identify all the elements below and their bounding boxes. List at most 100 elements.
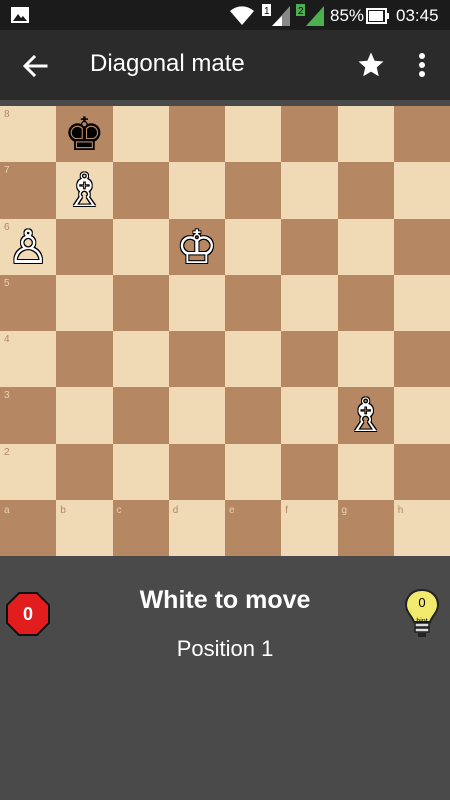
hint-count: 0 <box>418 595 426 610</box>
signal-sim1-icon: 1 <box>262 4 290 26</box>
square-f5[interactable] <box>281 274 338 331</box>
square-c4[interactable] <box>112 331 169 388</box>
square-d6[interactable]: ♔ <box>168 218 225 275</box>
square-e7[interactable] <box>225 162 282 219</box>
square-g5[interactable] <box>337 274 394 331</box>
square-c6[interactable] <box>112 218 169 275</box>
square-a4[interactable]: 4 <box>0 331 57 388</box>
black-king-icon[interactable]: ♚ <box>56 106 112 162</box>
clock: 03:45 <box>396 6 439 25</box>
square-a7[interactable]: 7 <box>0 162 57 219</box>
app-bar: Diagonal mate <box>0 30 450 100</box>
square-e8[interactable] <box>225 106 282 163</box>
square-f8[interactable] <box>281 106 338 163</box>
square-a6[interactable]: 6 ♙ <box>0 218 57 275</box>
file-label: h <box>397 504 404 516</box>
file-label: d <box>172 504 179 516</box>
square-e3[interactable] <box>225 387 282 444</box>
square-f3[interactable] <box>281 387 338 444</box>
sim1-label: 1 <box>264 6 270 17</box>
square-f2[interactable] <box>281 443 338 500</box>
wifi-icon <box>230 6 254 25</box>
status-bar: 1 2 85% 03:45 <box>0 0 450 30</box>
square-h8[interactable] <box>393 106 450 163</box>
square-g4[interactable] <box>337 331 394 388</box>
square-d8[interactable] <box>168 106 225 163</box>
square-e2[interactable] <box>225 443 282 500</box>
sim2-label: 2 <box>298 6 304 17</box>
square-h6[interactable] <box>393 218 450 275</box>
square-b7[interactable]: ♗ <box>56 162 113 219</box>
square-h1[interactable]: h <box>393 499 450 556</box>
rank-label: 8 <box>4 109 10 120</box>
white-bishop-icon[interactable]: ♗ <box>56 162 112 218</box>
square-e5[interactable] <box>225 274 282 331</box>
battery-icon <box>366 8 389 24</box>
square-b2[interactable] <box>56 443 113 500</box>
file-label: a <box>4 504 10 516</box>
square-g3[interactable]: ♗ <box>337 387 394 444</box>
rank-label: 3 <box>4 390 10 402</box>
square-f4[interactable] <box>281 331 338 388</box>
square-g8[interactable] <box>337 106 394 163</box>
position-label: Position 1 <box>176 636 274 661</box>
square-a5[interactable]: 5 <box>0 274 57 331</box>
square-g2[interactable] <box>337 443 394 500</box>
square-e4[interactable] <box>225 331 282 388</box>
square-h3[interactable] <box>393 387 450 444</box>
square-c5[interactable] <box>112 274 169 331</box>
gallery-icon <box>11 7 29 23</box>
square-d5[interactable] <box>168 274 225 331</box>
star-icon[interactable] <box>356 50 386 80</box>
more-vert-icon[interactable] <box>410 50 434 80</box>
square-e1[interactable]: e <box>225 499 282 556</box>
square-b3[interactable] <box>56 387 113 444</box>
square-b1[interactable]: b <box>56 499 113 556</box>
file-label: f <box>285 504 289 516</box>
square-c2[interactable] <box>112 443 169 500</box>
square-a8[interactable]: 8 <box>0 106 57 163</box>
square-b8[interactable]: ♚ <box>56 106 113 163</box>
square-h7[interactable] <box>393 162 450 219</box>
square-b5[interactable] <box>56 274 113 331</box>
square-a1[interactable]: a <box>0 499 57 556</box>
back-arrow-icon[interactable] <box>20 52 50 80</box>
square-c1[interactable]: c <box>112 499 169 556</box>
square-c3[interactable] <box>112 387 169 444</box>
white-pawn-icon[interactable]: ♙ <box>0 219 56 275</box>
turn-indicator: White to move <box>139 586 311 614</box>
file-label: e <box>229 504 235 516</box>
puzzle-panel: 0 White to move Position 1 0 hint <box>0 562 450 800</box>
chess-board[interactable]: 8 ♚ 7 ♗ 6 ♙ ♔ 5 4 3 ♗ 2 a b c d e f g h <box>0 106 450 556</box>
square-c8[interactable] <box>112 106 169 163</box>
square-f6[interactable] <box>281 218 338 275</box>
square-g1[interactable]: g <box>337 499 394 556</box>
square-b6[interactable] <box>56 218 113 275</box>
square-h5[interactable] <box>393 274 450 331</box>
rank-label: 7 <box>4 165 10 177</box>
square-g6[interactable] <box>337 218 394 275</box>
square-g7[interactable] <box>337 162 394 219</box>
square-d2[interactable] <box>168 443 225 500</box>
square-b4[interactable] <box>56 331 113 388</box>
square-h2[interactable] <box>393 443 450 500</box>
square-e6[interactable] <box>225 218 282 275</box>
square-d3[interactable] <box>168 387 225 444</box>
file-label: c <box>116 504 122 516</box>
file-label: b <box>60 504 66 516</box>
hint-label: hint <box>416 618 428 625</box>
square-c7[interactable] <box>112 162 169 219</box>
square-d1[interactable]: d <box>168 499 225 556</box>
rank-label: 5 <box>4 277 10 289</box>
square-a3[interactable]: 3 <box>0 387 57 444</box>
square-f1[interactable]: f <box>281 499 338 556</box>
white-bishop-icon[interactable]: ♗ <box>338 387 394 443</box>
square-a2[interactable]: 2 <box>0 443 57 500</box>
square-h4[interactable] <box>393 331 450 388</box>
square-d7[interactable] <box>168 162 225 219</box>
square-f7[interactable] <box>281 162 338 219</box>
square-d4[interactable] <box>168 331 225 388</box>
white-king-icon[interactable]: ♔ <box>169 219 225 275</box>
page-title: Diagonal mate <box>90 50 245 77</box>
rank-label: 4 <box>4 334 10 345</box>
